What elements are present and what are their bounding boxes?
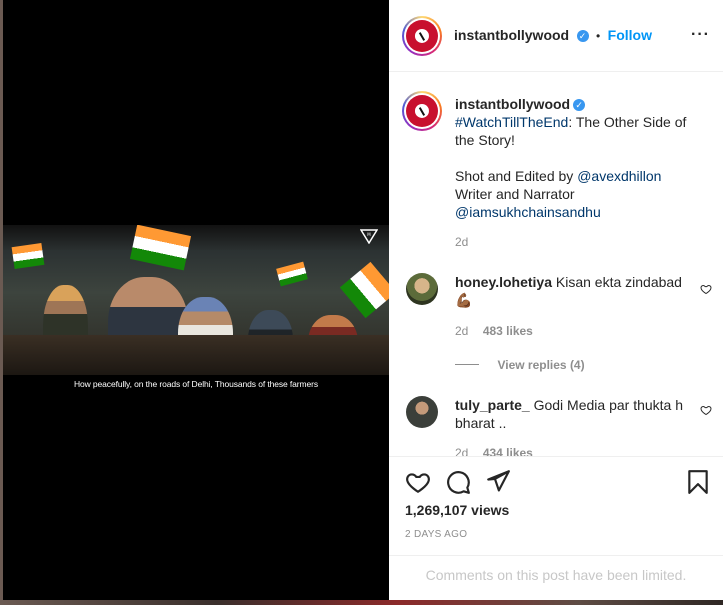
comment-bubble-icon[interactable] [445,469,471,495]
more-options-icon[interactable]: ··· [691,26,710,44]
post-actions-bar: 1,269,107 views 2 DAYS AGO Comments on t… [389,456,723,601]
mention-iamsukhchainsandhu[interactable]: @iamsukhchainsandhu [455,204,601,220]
hashtag-link[interactable]: #WatchTillTheEnd [455,114,568,130]
like-comment-heart-icon[interactable] [700,283,712,295]
share-send-icon[interactable] [485,468,511,494]
caption-avatar[interactable] [402,91,442,131]
comment-age[interactable]: 2d [455,446,468,456]
account-avatar[interactable] [402,16,442,56]
verified-badge-icon: ✓ [576,29,589,42]
verified-badge-icon: ✓ [573,99,586,112]
flag [276,261,308,287]
video-subtitle: How peacefully, on the roads of Delhi, T… [73,379,319,389]
comment-username[interactable]: honey.lohetiya [455,274,552,290]
mention-avexdhillon[interactable]: @avexdhillon [577,168,661,184]
post-header: instantbollywood ✓ • Follow ··· [389,0,723,72]
comments-limited-notice: Comments on this post have been limited. [389,555,723,602]
flag [11,243,45,269]
caption-age[interactable]: 2d [455,235,468,249]
post-date[interactable]: 2 DAYS AGO [405,529,467,540]
caption-username[interactable]: instantbollywood [455,96,570,112]
comment-username[interactable]: tuly_parte_ [455,397,530,413]
follow-button[interactable]: Follow [608,27,652,43]
like-heart-icon[interactable] [405,469,431,495]
save-bookmark-icon[interactable] [685,469,711,495]
comment: tuly_parte_ Godi Media par thukta h bhar… [455,396,695,432]
commenter-avatar[interactable] [406,396,438,428]
comments-scroll-area[interactable]: instantbollywood ✓ #WatchTillTheEnd: The … [389,72,723,456]
channel-watermark-icon: M [360,229,378,244]
view-count[interactable]: 1,269,107 views [405,502,509,518]
video-player[interactable]: M How peacefully, on the roads of Delhi,… [3,0,389,600]
shot-label: Shot and Edited by [455,168,578,184]
replies-divider [455,364,479,366]
comment-likes[interactable]: 434 likes [483,446,533,456]
view-replies-link[interactable]: View replies (4) [497,358,584,372]
view-replies[interactable]: View replies (4) [455,356,585,374]
post-caption: instantbollywood ✓ #WatchTillTheEnd: The … [455,95,705,221]
comment-likes[interactable]: 483 likes [483,324,533,338]
like-comment-heart-icon[interactable] [700,404,712,416]
video-frame [3,225,389,375]
comment: honey.lohetiya Kisan ekta zindabad 💪🏾 [455,273,695,309]
header-username[interactable]: instantbollywood [454,27,569,43]
svg-text:M: M [367,232,371,237]
comment-age[interactable]: 2d [455,324,468,338]
commenter-avatar[interactable] [406,273,438,305]
flag [339,261,389,319]
writer-label: Writer and Narrator [455,186,575,202]
post-side-panel: instantbollywood ✓ • Follow ··· instantb… [389,0,723,600]
